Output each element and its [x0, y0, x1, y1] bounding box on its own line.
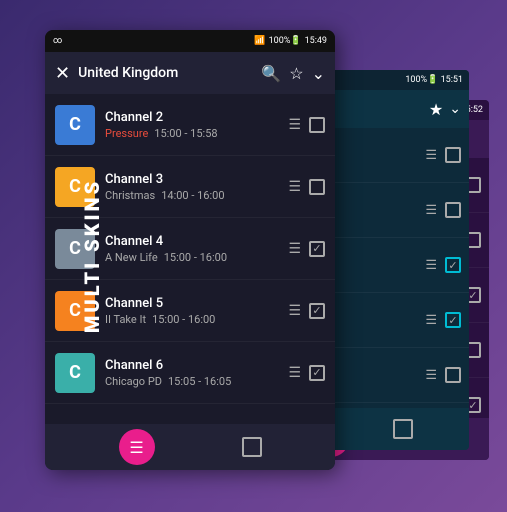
time-display: 15:49: [305, 36, 327, 46]
chevron-down-icon[interactable]: ⌄: [312, 64, 325, 83]
channel-4-info: Channel 4 A New Life 15:00 - 16:00: [105, 234, 282, 264]
channel-3-show: Christmas: [105, 189, 155, 202]
panel2-checkbox-3[interactable]: [445, 257, 461, 273]
channel-4-name: Channel 4: [105, 234, 282, 249]
channel-3-info: Channel 3 Christmas 14:00 - 16:00: [105, 172, 282, 202]
channel-3-checkbox[interactable]: [309, 179, 325, 195]
channel-5-sub: II Take It 15:00 - 16:00: [105, 313, 282, 326]
status-bar-right: 📶 100%🔋 15:49: [254, 36, 327, 46]
search-icon[interactable]: 🔍: [261, 64, 281, 83]
multi-skins-label: MULTI SKINS: [80, 179, 104, 333]
status-bar: ∞ 📶 100%🔋 15:49: [45, 30, 335, 52]
channel-2-sub: Pressure 15:00 - 15:58: [105, 127, 282, 140]
channel-4-show: A New Life: [105, 251, 158, 264]
panel2-star-icon[interactable]: ★: [429, 100, 443, 119]
panel2-menu-icon-5: ☰: [425, 368, 437, 383]
channel-6-actions: ☰: [288, 365, 325, 381]
signal-icon: 📶: [254, 36, 265, 46]
panel2-bottom-checkbox[interactable]: [393, 419, 413, 439]
panel2-menu-icon-4: ☰: [425, 313, 437, 328]
channel-2-actions: ☰: [288, 117, 325, 133]
channel-5-menu-icon[interactable]: ☰: [288, 303, 301, 319]
bottom-bar: ☰: [45, 424, 335, 470]
channel-3-time: 14:00 - 16:00: [161, 189, 224, 202]
panel2-checkbox-5[interactable]: [445, 367, 461, 383]
panel2-checkbox-2[interactable]: [445, 202, 461, 218]
channel-5-actions: ☰: [288, 303, 325, 319]
channel-6-avatar: C: [55, 353, 95, 393]
bottom-checkbox[interactable]: [242, 437, 262, 457]
channel-4-menu-icon[interactable]: ☰: [288, 241, 301, 257]
channel-6-time: 15:05 - 16:05: [168, 375, 231, 388]
channel-item-2[interactable]: C Channel 2 Pressure 15:00 - 15:58 ☰: [45, 94, 335, 156]
panel2-menu-icon-3: ☰: [425, 258, 437, 273]
channel-3-actions: ☰: [288, 179, 325, 195]
channel-2-info: Channel 2 Pressure 15:00 - 15:58: [105, 110, 282, 140]
channel-4-time: 15:00 - 16:00: [164, 251, 227, 264]
toolbar: ✕ United Kingdom 🔍 ☆ ⌄: [45, 52, 335, 94]
channel-5-info: Channel 5 II Take It 15:00 - 16:00: [105, 296, 282, 326]
channel-4-actions: ☰: [288, 241, 325, 257]
channel-2-menu-icon[interactable]: ☰: [288, 117, 301, 133]
fab-icon: ☰: [129, 438, 143, 457]
channel-5-show: II Take It: [105, 313, 146, 326]
panel2-menu-icon-1: ☰: [425, 148, 437, 163]
battery-status: 100%🔋: [269, 36, 302, 46]
star-icon[interactable]: ☆: [289, 64, 303, 83]
channel-5-checkbox[interactable]: [309, 303, 325, 319]
channel-2-name: Channel 2: [105, 110, 282, 125]
fab-button[interactable]: ☰: [119, 429, 155, 465]
channel-6-menu-icon[interactable]: ☰: [288, 365, 301, 381]
channel-item-6[interactable]: C Channel 6 Chicago PD 15:05 - 16:05 ☰: [45, 342, 335, 404]
channel-3-sub: Christmas 14:00 - 16:00: [105, 189, 282, 202]
channel-4-checkbox[interactable]: [309, 241, 325, 257]
channel-4-sub: A New Life 15:00 - 16:00: [105, 251, 282, 264]
panel2-menu-icon-2: ☰: [425, 203, 437, 218]
channel-2-time: 15:00 - 15:58: [154, 127, 217, 140]
panel2-status-text: 100%🔋 15:51: [405, 75, 463, 85]
panel2-chevron-icon[interactable]: ⌄: [449, 101, 461, 117]
channel-5-time: 15:00 - 16:00: [152, 313, 215, 326]
channel-6-sub: Chicago PD 15:05 - 16:05: [105, 375, 282, 388]
channel-2-show: Pressure: [105, 127, 148, 140]
panel2-checkbox-4[interactable]: [445, 312, 461, 328]
channel-3-name: Channel 3: [105, 172, 282, 187]
channel-3-menu-icon[interactable]: ☰: [288, 179, 301, 195]
channel-6-checkbox[interactable]: [309, 365, 325, 381]
panel2-checkbox-1[interactable]: [445, 147, 461, 163]
close-button[interactable]: ✕: [55, 63, 70, 84]
channel-6-name: Channel 6: [105, 358, 282, 373]
channel-6-info: Channel 6 Chicago PD 15:05 - 16:05: [105, 358, 282, 388]
channel-2-checkbox[interactable]: [309, 117, 325, 133]
status-bar-left: ∞: [53, 36, 62, 46]
toolbar-title: United Kingdom: [78, 65, 253, 81]
channel-2-avatar: C: [55, 105, 95, 145]
channel-6-show: Chicago PD: [105, 375, 162, 388]
channel-5-name: Channel 5: [105, 296, 282, 311]
